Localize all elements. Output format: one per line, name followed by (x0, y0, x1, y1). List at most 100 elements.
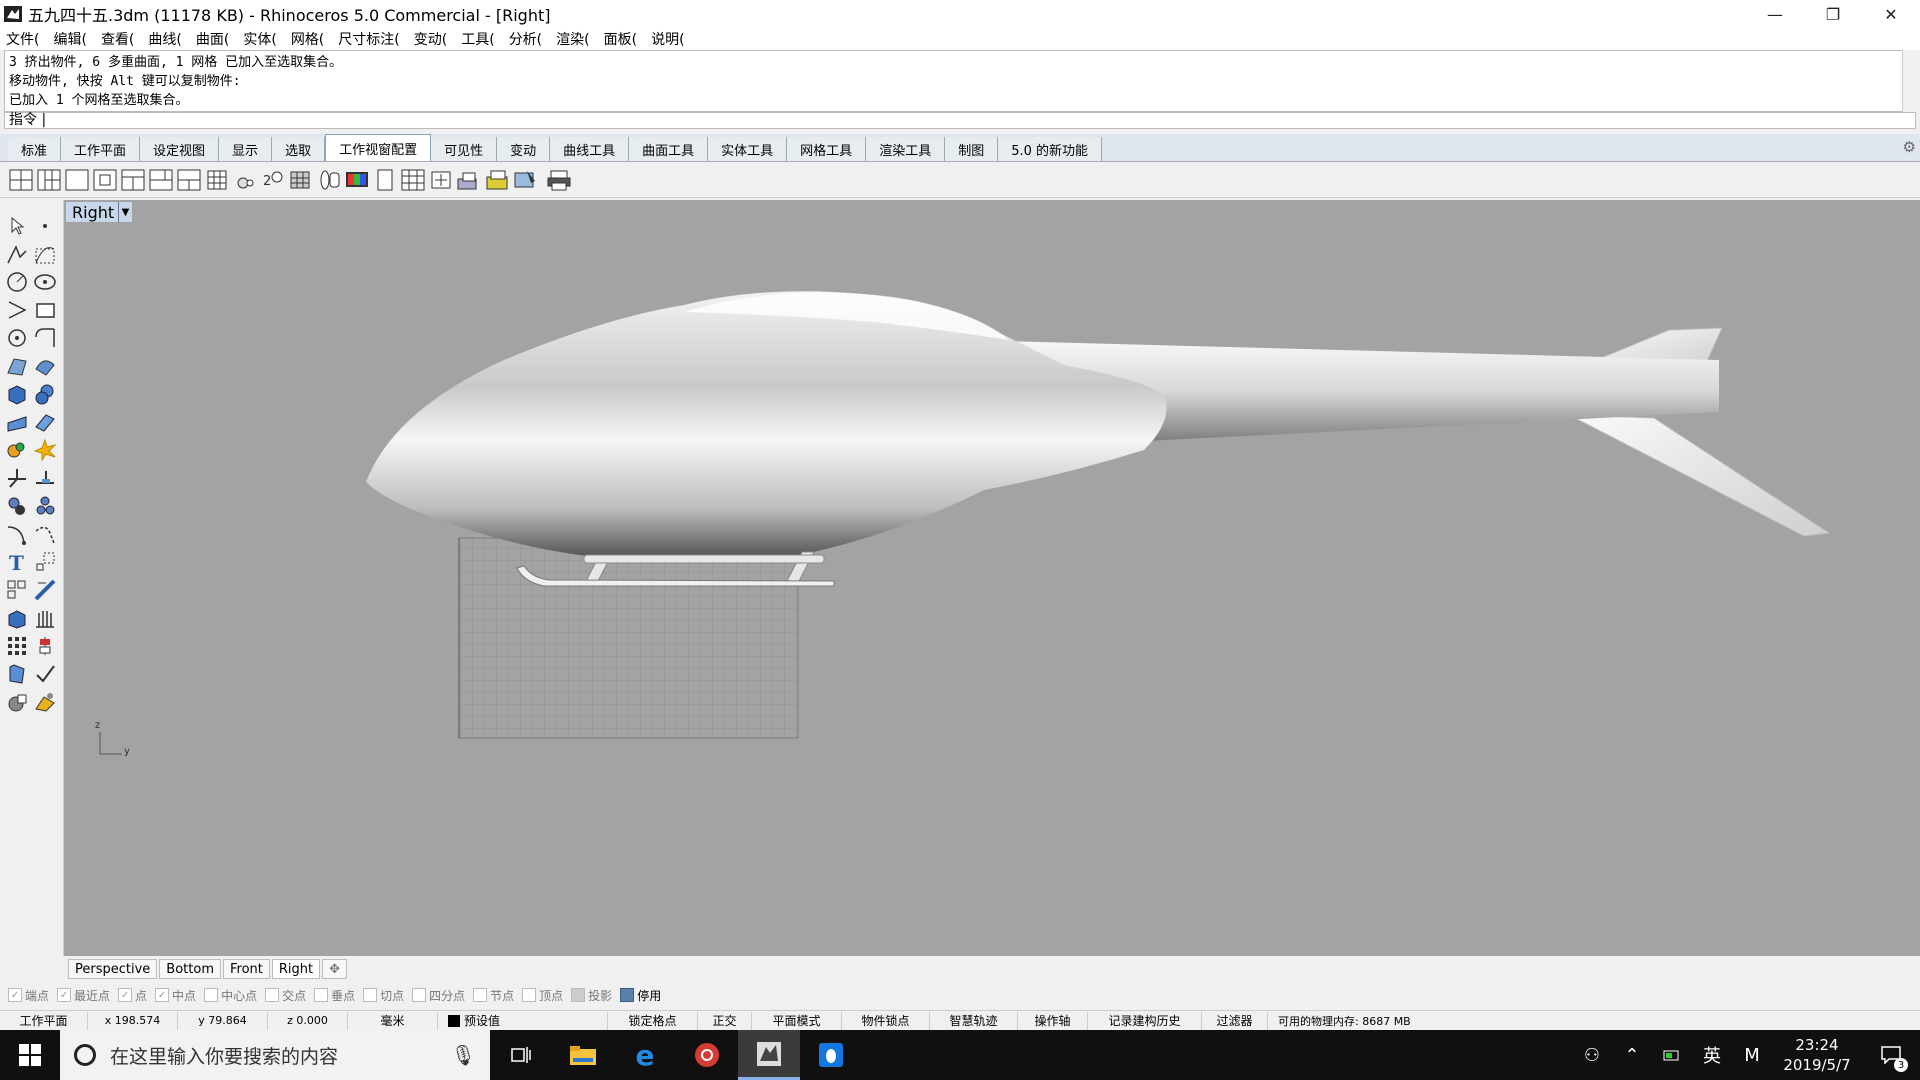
tab-cplanes[interactable]: 工作平面 (61, 137, 141, 161)
osnap-quad[interactable]: 四分点 (412, 987, 465, 1004)
command-input[interactable]: 指令 | (4, 112, 1916, 129)
clock[interactable]: 23:24 2019/5/7 (1772, 1035, 1862, 1075)
vptab-right[interactable]: Right (271, 959, 321, 979)
status-filter[interactable]: 过滤器 (1202, 1011, 1268, 1030)
status-record-history[interactable]: 记录建构历史 (1088, 1011, 1202, 1030)
menu-surface[interactable]: 曲面( (196, 29, 229, 49)
check-icon[interactable] (32, 661, 58, 687)
file-explorer-icon[interactable] (552, 1030, 614, 1080)
menu-transform[interactable]: 变动( (414, 29, 447, 49)
notification-icon[interactable]: 3 (1862, 1030, 1920, 1080)
osnap-point[interactable]: ✓ 点 (118, 987, 147, 1004)
menu-view[interactable]: 查看( (101, 29, 134, 49)
circle-icon[interactable] (4, 269, 30, 295)
status-planar[interactable]: 平面模式 (752, 1011, 842, 1030)
mesh-icon[interactable] (4, 409, 30, 435)
box-solid-icon[interactable] (4, 381, 30, 407)
restore-button[interactable]: ❐ (1804, 0, 1862, 28)
tab-surface-tools[interactable]: 曲面工具 (629, 137, 709, 161)
grid-icon[interactable] (204, 167, 230, 193)
print-icon[interactable] (546, 167, 572, 193)
point-grid-icon[interactable] (4, 633, 30, 659)
select-arrow-icon[interactable] (4, 213, 30, 239)
menu-tools[interactable]: 工具( (461, 29, 494, 49)
two-views-icon[interactable]: 2 (260, 167, 286, 193)
menu-help[interactable]: 说明( (651, 29, 684, 49)
osnap-intersection[interactable]: 交点 (265, 987, 306, 1004)
tab-new-in-v5[interactable]: 5.0 的新功能 (998, 137, 1103, 161)
array-icon[interactable] (4, 577, 30, 603)
capsule-icon[interactable] (316, 167, 342, 193)
surface-corner-icon[interactable] (4, 353, 30, 379)
tab-display[interactable]: 显示 (219, 137, 273, 161)
people-icon[interactable]: ⚇ (1572, 1030, 1612, 1080)
tab-standard[interactable]: 标准 (8, 137, 62, 161)
analyze-icon[interactable] (32, 633, 58, 659)
move-icon[interactable] (32, 577, 58, 603)
minimize-button[interactable]: — (1746, 0, 1804, 28)
osnap-knot[interactable]: 节点 (473, 987, 514, 1004)
gear-icon[interactable]: ⚙ (1903, 138, 1916, 156)
sphere-solid-icon[interactable] (32, 381, 58, 407)
vptab-front[interactable]: Front (222, 959, 270, 979)
text-icon[interactable]: T (4, 549, 30, 575)
vptab-bottom[interactable]: Bottom (159, 959, 221, 979)
tab-select[interactable]: 选取 (272, 137, 326, 161)
grid-color-icon[interactable] (288, 167, 314, 193)
menu-file[interactable]: 文件( (6, 29, 39, 49)
tab-render-tools[interactable]: 渲染工具 (866, 137, 946, 161)
status-layer[interactable]: 预设值 (438, 1011, 608, 1030)
tab-visibility[interactable]: 可见性 (431, 137, 498, 161)
ungroup-icon[interactable] (32, 493, 58, 519)
osnap-center[interactable]: 中心点 (204, 987, 257, 1004)
helicopter-model[interactable] (366, 291, 1831, 587)
close-button[interactable]: ✕ (1862, 0, 1920, 28)
monitor-color-icon[interactable] (344, 167, 370, 193)
menu-dimension[interactable]: 尺寸标注( (338, 29, 399, 49)
material-icon[interactable] (32, 689, 58, 715)
osnap-project[interactable]: 投影 (571, 987, 612, 1004)
dimension-icon[interactable] (32, 549, 58, 575)
blend-curve-icon[interactable] (32, 521, 58, 547)
bend-icon[interactable] (4, 661, 30, 687)
zoom-layout-icon[interactable] (428, 167, 454, 193)
tab-mesh-tools[interactable]: 网格工具 (787, 137, 867, 161)
status-osnap[interactable]: 物件锁点 (842, 1011, 930, 1030)
menu-analyze[interactable]: 分析( (509, 29, 542, 49)
menu-curve[interactable]: 曲线( (148, 29, 181, 49)
rectangle-icon[interactable] (32, 297, 58, 323)
osnap-end[interactable]: ✓ 端点 (8, 987, 49, 1004)
tab-curve-tools[interactable]: 曲线工具 (550, 137, 630, 161)
lower-tail-fin[interactable] (1568, 414, 1831, 537)
taskbar-search-box[interactable]: 在这里输入你要搜索的内容 🎙 (60, 1030, 490, 1080)
camera-icon[interactable] (232, 167, 258, 193)
menu-mesh[interactable]: 网格( (291, 29, 324, 49)
render-preview-icon[interactable] (4, 689, 30, 715)
vptab-perspective[interactable]: Perspective (68, 959, 158, 979)
layout-props-icon[interactable] (456, 167, 482, 193)
three-viewports-icon[interactable] (36, 167, 62, 193)
status-grid-snap[interactable]: 锁定格点 (608, 1011, 698, 1030)
status-ortho[interactable]: 正交 (698, 1011, 752, 1030)
menu-solid[interactable]: 实体( (243, 29, 276, 49)
detail-view-icon[interactable] (400, 167, 426, 193)
chevron-up-icon[interactable]: ⌃ (1612, 1030, 1652, 1080)
split-horizontal-icon[interactable] (120, 167, 146, 193)
menu-edit[interactable]: 编辑( (53, 29, 86, 49)
explode-icon[interactable] (32, 437, 58, 463)
status-smarttrack[interactable]: 智慧轨迹 (930, 1011, 1018, 1030)
new-viewport-icon[interactable] (92, 167, 118, 193)
ime-language[interactable]: 英 (1692, 1030, 1732, 1080)
layout-print-icon[interactable] (484, 167, 510, 193)
osnap-perp[interactable]: 垂点 (314, 987, 355, 1004)
qq-icon[interactable] (800, 1030, 862, 1080)
point-icon[interactable] (32, 213, 58, 239)
mesh-plane-icon[interactable] (32, 409, 58, 435)
curve-icon[interactable] (32, 241, 58, 267)
add-viewport-icon[interactable]: ✥ (322, 959, 348, 979)
polyline-icon[interactable] (4, 241, 30, 267)
osnap-tan[interactable]: 切点 (363, 987, 404, 1004)
viewport-title[interactable]: Right (66, 202, 121, 222)
tab-drafting[interactable]: 制图 (945, 137, 999, 161)
tab-transform[interactable]: 变动 (497, 137, 551, 161)
